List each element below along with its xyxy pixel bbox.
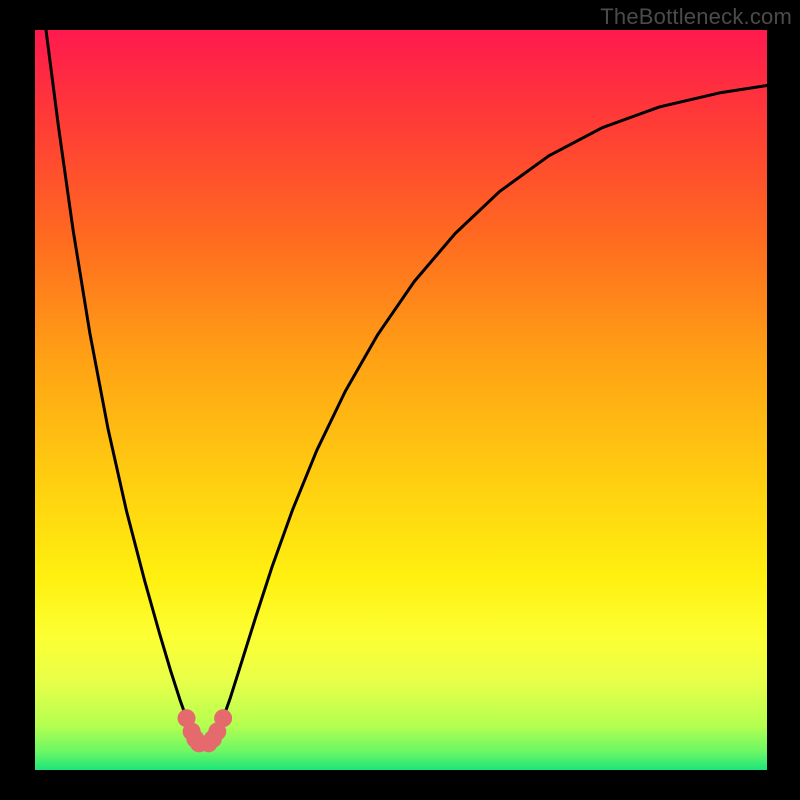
chart-container: { "watermark": "TheBottleneck.com", "cha…	[0, 0, 800, 800]
plot-background	[35, 30, 767, 770]
optimal-marker	[214, 709, 232, 727]
bottleneck-chart	[0, 0, 800, 800]
watermark-text: TheBottleneck.com	[600, 4, 792, 30]
